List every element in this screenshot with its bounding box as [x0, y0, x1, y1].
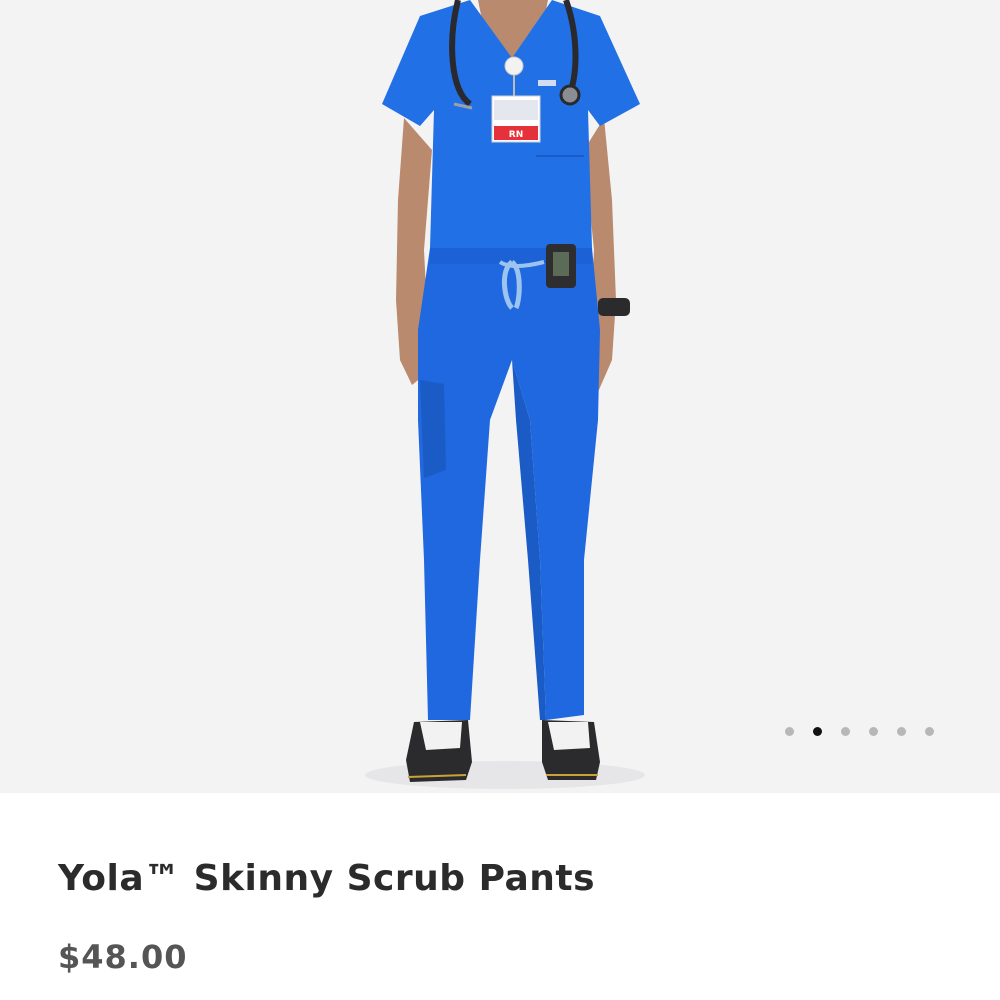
carousel-dot-4-icon[interactable]	[869, 726, 878, 736]
carousel-dot-1-icon[interactable]	[785, 726, 794, 736]
product-price: $48.00	[58, 938, 188, 976]
carousel-dot-6-icon[interactable]	[925, 726, 934, 736]
carousel-dot-3-icon[interactable]	[841, 726, 850, 736]
product-page: RN Yola™ Skinny Scrub Pants $48.00	[0, 0, 1000, 1000]
carousel-dot-2-active-icon[interactable]	[813, 726, 822, 736]
product-photo[interactable]: RN	[0, 0, 1000, 793]
carousel-pagination	[785, 725, 934, 737]
product-image-gallery[interactable]: RN	[0, 0, 1000, 793]
carousel-dot-5-icon[interactable]	[897, 726, 906, 736]
svg-text:RN: RN	[509, 130, 523, 140]
product-title: Yola™ Skinny Scrub Pants	[58, 858, 596, 899]
